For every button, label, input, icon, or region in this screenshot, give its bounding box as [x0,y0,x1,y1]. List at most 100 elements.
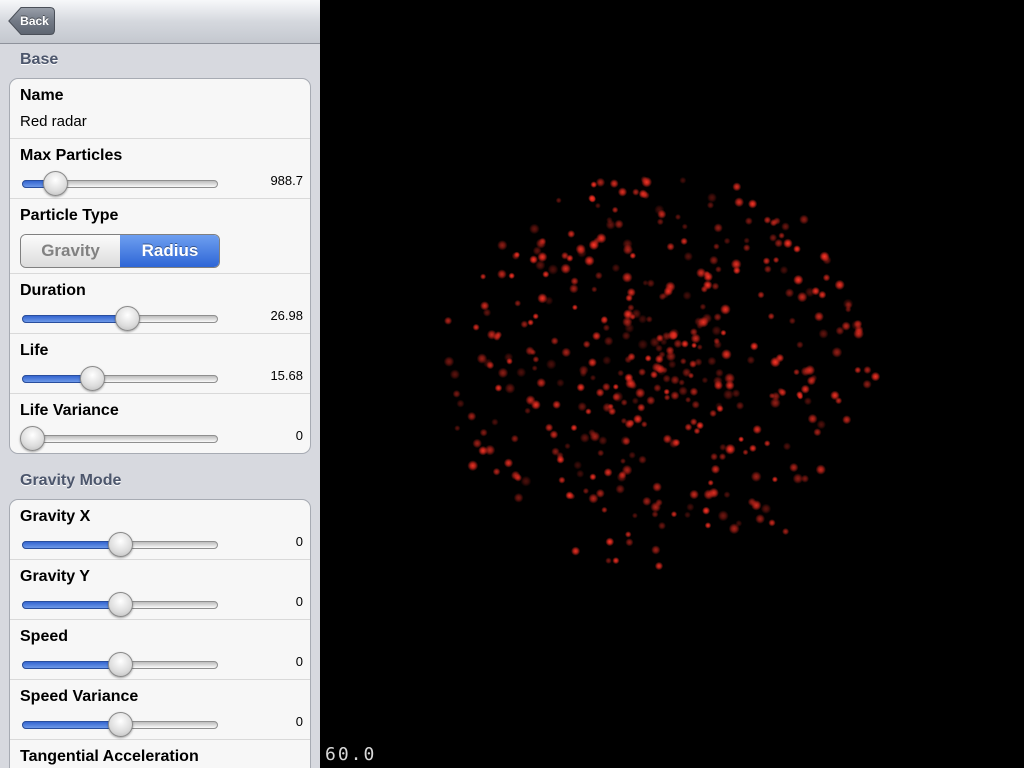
particle [628,451,636,459]
speed-slider[interactable] [22,652,218,678]
particle [592,331,601,341]
particle [750,471,762,482]
particle [497,367,509,379]
particle-type-segmented-control[interactable]: Gravity Radius [20,234,220,268]
particle [617,187,628,197]
slider-thumb[interactable] [108,592,133,617]
particle [771,476,778,483]
particle [783,238,793,249]
particle [806,376,816,386]
life-variance-slider[interactable] [20,426,218,452]
particle [693,427,701,435]
particle [684,423,693,432]
particle [670,391,680,401]
particle [713,340,722,349]
particle-preview-canvas[interactable] [320,0,1024,768]
particle [763,440,771,447]
particle [626,287,636,297]
particle [668,360,677,369]
particle [605,219,616,230]
particle [536,377,547,388]
particle [678,386,688,396]
max-particles-slider[interactable] [22,171,218,197]
slider-thumb[interactable] [42,171,68,196]
segment-radius[interactable]: Radius [120,235,219,267]
particle [576,383,586,392]
slider-thumb[interactable] [108,652,133,677]
particle [530,349,537,356]
particle [638,368,647,377]
name-row[interactable]: Name Red radar [10,79,310,139]
slider-thumb[interactable] [20,426,45,451]
particle [506,357,513,365]
particle [665,351,677,362]
life-value: 15.68 [270,368,303,383]
particle [822,273,831,282]
speed-label: Speed [20,628,69,645]
tangential-acceleration-row: Tangential Acceleration [10,740,310,768]
particle [768,519,776,527]
particle [591,286,598,293]
particle [711,282,720,291]
particle [862,379,872,389]
particle [582,340,591,349]
particle [767,312,775,320]
particle [537,293,548,304]
slider-thumb[interactable] [108,532,133,557]
particle [713,243,720,250]
particle [618,470,627,479]
particle [870,371,881,382]
slider-fill [22,315,128,323]
particle [710,452,718,461]
life-row: Life 15.68 [10,334,310,394]
section-title-base: Base [20,51,59,68]
slider-fill [22,661,120,669]
speed-variance-row: Speed Variance 0 [10,680,310,740]
particle [602,324,610,332]
particle [732,182,742,192]
particle [571,546,581,556]
particle [646,395,656,406]
particle [641,421,648,428]
particle [594,202,601,209]
duration-slider[interactable] [22,306,218,332]
settings-scroll-view[interactable]: Base Name Red radar Max Particles 988.7 … [0,44,320,768]
particle [527,319,534,326]
particle [504,383,516,394]
particle [690,333,701,344]
particle [662,374,671,383]
particle [645,315,653,323]
particle [816,419,826,430]
particle [654,354,664,364]
segment-gravity[interactable]: Gravity [21,235,121,267]
particle [800,474,810,483]
back-button-label: Back [20,14,49,28]
particle [663,286,674,297]
particle [556,451,564,460]
particle [735,520,743,527]
particle [594,271,603,280]
particle [624,531,632,538]
particle [532,356,540,363]
duration-row: Duration 26.98 [10,274,310,334]
slider-fill [22,601,120,609]
particle [779,265,789,275]
gravity-y-slider[interactable] [22,592,218,618]
particle [637,339,649,350]
particle [456,399,465,408]
particle [699,303,707,311]
particle [757,291,765,299]
particle [670,511,678,518]
particle [738,436,745,443]
slider-thumb[interactable] [115,306,141,331]
life-slider[interactable] [22,366,218,392]
speed-variance-slider[interactable] [22,712,218,738]
slider-thumb[interactable] [79,366,105,391]
tangential-acceleration-label: Tangential Acceleration [20,748,199,765]
back-button[interactable]: Back [8,7,55,35]
slider-thumb[interactable] [108,712,133,737]
particle [600,315,608,323]
particle [654,561,664,571]
speed-variance-label: Speed Variance [20,688,139,705]
gravity-x-slider[interactable] [22,532,218,558]
